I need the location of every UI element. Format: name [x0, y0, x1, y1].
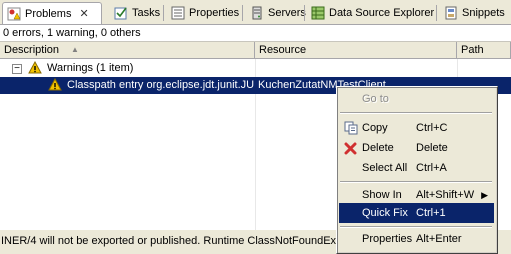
tab-separator	[436, 5, 437, 21]
menu-item-delete[interactable]: Delete Delete	[339, 138, 494, 158]
tab-separator	[242, 5, 243, 21]
menu-item-accelerator: Alt+Enter	[416, 233, 462, 245]
properties-icon	[171, 6, 185, 20]
context-menu: Go to Copy Ctrl+C Delete Delete Select A…	[336, 86, 498, 254]
column-header-path[interactable]: Path	[457, 42, 511, 59]
row-description: Classpath entry org.eclipse.jdt.junit.JU	[67, 79, 254, 91]
menu-item-accelerator: Alt+Shift+W	[416, 189, 475, 201]
tab-problems[interactable]: Problems ✕	[2, 2, 102, 24]
view-tab-bar: Problems ✕ Tasks Properties Servers Data…	[0, 0, 511, 25]
menu-item-label: Go to	[362, 93, 389, 105]
menu-item-label: Quick Fix	[362, 207, 408, 219]
tab-label: Problems	[25, 7, 72, 20]
tab-tasks[interactable]: Tasks	[110, 3, 164, 23]
tab-separator	[163, 5, 164, 21]
tab-label: Servers	[268, 7, 306, 19]
menu-separator	[340, 226, 492, 228]
tab-data-source-explorer[interactable]: Data Source Explorer	[307, 3, 438, 23]
menu-separator	[340, 181, 492, 183]
tab-label: Data Source Explorer	[329, 7, 435, 19]
column-header-description[interactable]: Description ▲	[0, 42, 255, 59]
tree-group-row[interactable]: − Warnings (1 item)	[0, 60, 511, 77]
close-icon[interactable]: ✕	[79, 7, 88, 20]
tab-servers[interactable]: Servers	[246, 3, 310, 23]
menu-item-accelerator: Ctrl+C	[416, 122, 448, 134]
menu-item-quick-fix[interactable]: Quick Fix Ctrl+1	[339, 203, 494, 223]
column-header-resource[interactable]: Resource	[255, 42, 457, 59]
collapse-icon[interactable]: −	[12, 64, 22, 74]
snippets-icon	[444, 6, 458, 20]
menu-item-label: Delete	[362, 142, 394, 154]
menu-item-label: Properties	[362, 233, 413, 245]
tab-separator	[304, 5, 305, 21]
menu-item-accelerator: Ctrl+1	[416, 207, 446, 219]
copy-icon	[344, 121, 358, 135]
tab-properties[interactable]: Properties	[167, 3, 243, 23]
menu-separator	[340, 112, 492, 114]
problems-summary: 0 errors, 1 warning, 0 others	[0, 25, 511, 41]
menu-item-label: Copy	[362, 122, 388, 134]
sort-ascending-icon: ▲	[71, 45, 79, 54]
servers-icon	[250, 6, 264, 20]
tab-snippets[interactable]: Snippets	[440, 3, 509, 23]
menu-item-accelerator: Delete	[416, 142, 448, 154]
warning-icon	[48, 77, 62, 98]
menu-item-go-to[interactable]: Go to	[339, 89, 494, 109]
menu-item-copy[interactable]: Copy Ctrl+C	[339, 118, 494, 138]
menu-item-show-in[interactable]: Show In Alt+Shift+W ▶	[339, 185, 494, 205]
tab-label: Properties	[189, 7, 240, 19]
menu-item-accelerator: Ctrl+A	[416, 162, 447, 174]
tasks-icon	[114, 6, 128, 20]
delete-icon	[344, 141, 358, 155]
column-header-label: Resource	[259, 44, 307, 56]
menu-item-label: Show In	[362, 189, 402, 201]
tab-label: Tasks	[132, 7, 161, 19]
tab-label: Snippets	[462, 7, 505, 19]
menu-item-label: Select All	[362, 162, 408, 174]
column-header-label: Description	[4, 44, 60, 56]
menu-item-properties[interactable]: Properties Alt+Enter	[339, 229, 494, 249]
menu-item-select-all[interactable]: Select All Ctrl+A	[339, 158, 494, 178]
problems-icon	[7, 7, 21, 21]
submenu-arrow-icon: ▶	[481, 190, 488, 200]
data-source-icon	[311, 6, 325, 20]
group-label: Warnings (1 item)	[47, 62, 134, 74]
column-header-label: Path	[461, 44, 484, 56]
